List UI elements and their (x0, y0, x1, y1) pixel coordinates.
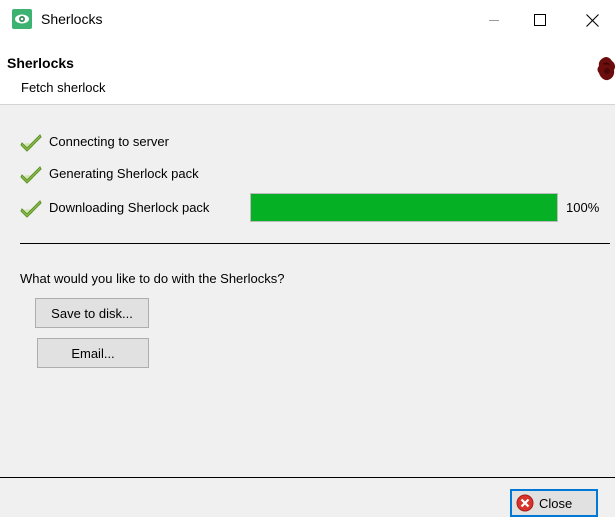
footer-divider (0, 477, 615, 478)
wizard-header: Sherlocks Fetch sherlock (0, 40, 615, 104)
header-title: Sherlocks (7, 55, 74, 71)
header-subtitle: Fetch sherlock (21, 80, 106, 95)
maximize-icon (534, 14, 546, 26)
checkmark-icon (20, 132, 42, 152)
close-button-label: Close (539, 495, 573, 511)
step-label: Connecting to server (49, 134, 169, 149)
progress-fill (251, 194, 557, 221)
progress-percent: 100% (566, 200, 600, 215)
email-button[interactable]: Email... (37, 338, 149, 368)
content-divider (20, 243, 610, 244)
window-title: Sherlocks (41, 11, 103, 27)
close-icon (585, 13, 599, 27)
eye-app-icon (12, 9, 32, 29)
checkmark-icon (20, 198, 42, 218)
window-close-button[interactable] (569, 0, 615, 40)
step-generating: Generating Sherlock pack (20, 163, 199, 185)
save-to-disk-button[interactable]: Save to disk... (35, 298, 149, 328)
step-label: Generating Sherlock pack (49, 166, 199, 181)
download-progress-bar (250, 193, 558, 222)
action-question: What would you like to do with the Sherl… (20, 271, 285, 286)
sherlock-logo-icon (595, 56, 615, 82)
step-connecting: Connecting to server (20, 131, 169, 153)
step-label: Downloading Sherlock pack (49, 200, 210, 215)
red-x-circle-icon (516, 494, 534, 512)
checkmark-icon (20, 164, 42, 184)
close-button[interactable]: Close (510, 489, 598, 517)
step-downloading: Downloading Sherlock pack (20, 197, 209, 219)
header-divider (0, 104, 615, 105)
minimize-icon (488, 14, 500, 26)
maximize-button[interactable] (517, 0, 563, 40)
sherlocks-dialog: Sherlocks Sherlocks Fetch sherlock Conne… (0, 0, 615, 517)
title-bar: Sherlocks (0, 0, 615, 40)
minimize-button[interactable] (471, 0, 517, 40)
